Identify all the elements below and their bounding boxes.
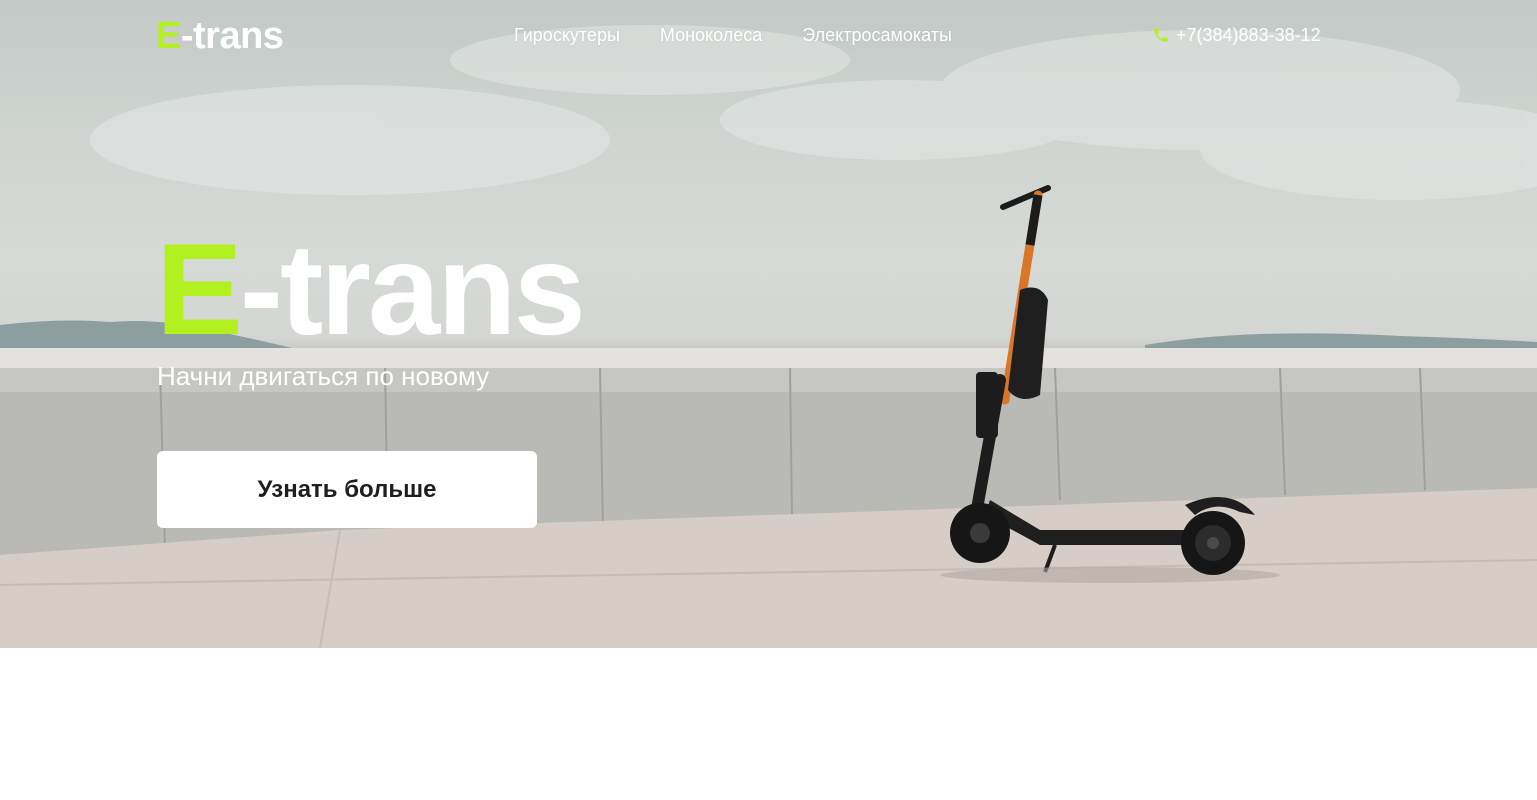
main-nav: Гироскутеры Моноколеса Электросамокаты: [514, 24, 952, 46]
hero-section: E-trans Гироскутеры Моноколеса Электроса…: [0, 0, 1537, 648]
hero-title-accent: E: [156, 216, 243, 362]
phone-contact[interactable]: +7(384)883-38-12: [1152, 24, 1321, 46]
hero-title-text: -trans: [239, 216, 586, 362]
header-logo-text: -trans: [180, 15, 284, 57]
nav-link-electric-scooters[interactable]: Электросамокаты: [802, 24, 952, 46]
phone-number: +7(384)883-38-12: [1176, 25, 1321, 45]
header-logo[interactable]: E-trans: [156, 14, 284, 58]
nav-link-monowheels[interactable]: Моноколеса: [660, 24, 762, 46]
learn-more-button[interactable]: Узнать больше: [157, 451, 537, 528]
site-header: E-trans Гироскутеры Моноколеса Электроса…: [0, 0, 1537, 70]
header-logo-accent: E: [156, 15, 181, 57]
hero-tagline: Начни двигаться по новому: [157, 361, 490, 391]
phone-icon: [1154, 28, 1168, 42]
hero-title: E-trans: [156, 214, 586, 364]
nav-link-gyroscooters[interactable]: Гироскутеры: [514, 24, 620, 46]
